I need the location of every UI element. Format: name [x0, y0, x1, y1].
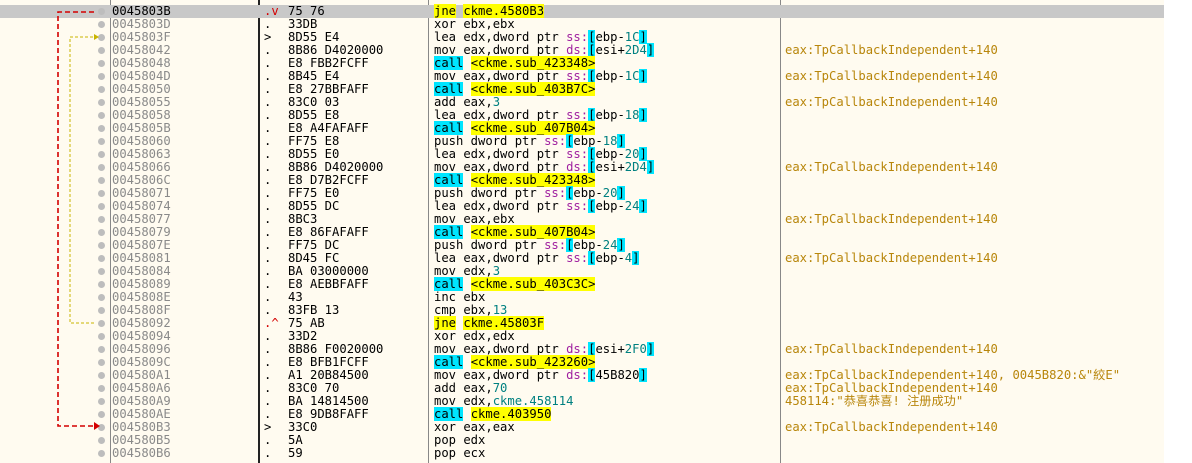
mnemonic: call: [434, 56, 464, 70]
jump-target[interactable]: ckme.45803F: [463, 316, 545, 330]
jump-target[interactable]: ckme.4580B3: [463, 4, 545, 18]
vertical-scrollbar[interactable]: [1164, 0, 1192, 463]
disasm-row[interactable]: 00458092 .^ 75 AB jne ckme.45803F: [0, 316, 1164, 330]
mnemonic: call: [434, 225, 464, 239]
disasm-row[interactable]: 004580A6. 83C0 70 add eax,70 eax:TpCallback…: [0, 382, 1164, 395]
disassembly-pane[interactable]: 0045803B .v 75 76 jne ckme.4580B3 0045803D. 3…: [0, 0, 1164, 463]
call-target[interactable]: ckme.403950: [470, 407, 552, 421]
comment-cell: eax:TpCallbackIndependent+140: [785, 69, 998, 83]
disasm-row[interactable]: 00458081. 8D45 FC lea eax,dword ptr ss:[eb…: [0, 251, 1164, 265]
comment-cell: eax:TpCallbackIndependent+140: [785, 95, 998, 109]
disasm-row[interactable]: 004580B5. 5A pop edx: [0, 434, 1164, 447]
disasm-row[interactable]: 0045808F. 83FB 13 cmp ebx,13: [0, 304, 1164, 317]
disasm-row[interactable]: 004580B3 >33C0 xor eax,eax eax:TpCallbackIn…: [0, 421, 1164, 434]
bytes-cell: 59: [288, 446, 303, 460]
disasm-row[interactable]: 00458089. E8 AEBBFAFF call <ckme.sub_403C3…: [0, 277, 1164, 291]
call-target[interactable]: <ckme.sub_423348>: [470, 173, 596, 187]
mnemonic: call: [434, 355, 464, 369]
instruction-cell: pop ecx: [434, 446, 486, 460]
comment-cell: eax:TpCallbackIndependent+140: [785, 251, 998, 265]
disasm-row[interactable]: 004580B6. 59 pop ecx: [0, 447, 1164, 460]
mnemonic: call: [434, 173, 464, 187]
disasm-row[interactable]: 0045803B .v 75 76 jne ckme.4580B3: [0, 4, 1164, 18]
call-target[interactable]: <ckme.sub_423348>: [470, 56, 596, 70]
address-cell: 004580B6: [112, 446, 171, 460]
comment-cell: 458114:"恭喜恭喜! 注册成功": [785, 394, 964, 408]
mnemonic: jne: [434, 316, 457, 330]
comment-cell: eax:TpCallbackIndependent+140: [785, 43, 998, 57]
call-target[interactable]: <ckme.sub_407B04>: [470, 225, 596, 239]
jump-arrows: [57, 11, 100, 430]
call-target[interactable]: <ckme.sub_403B7C>: [470, 82, 596, 96]
disasm-row[interactable]: 004580A9. BA 14814500 mov edx,ckme.458114 4…: [0, 395, 1164, 408]
comment-cell: eax:TpCallbackIndependent+140: [785, 212, 998, 226]
mnemonic: call: [434, 407, 464, 421]
call-target[interactable]: <ckme.sub_403C3C>: [470, 277, 596, 291]
call-target[interactable]: <ckme.sub_423260>: [470, 355, 596, 369]
call-target[interactable]: <ckme.sub_407B04>: [470, 121, 596, 135]
disasm-row[interactable]: 0045808E. 43 inc ebx: [0, 291, 1164, 304]
mnemonic: call: [434, 277, 464, 291]
mnemonic: call: [434, 121, 464, 135]
branch-marker: .: [264, 446, 272, 460]
comment-cell: eax:TpCallbackIndependent+140: [785, 160, 998, 174]
comment-cell: eax:TpCallbackIndependent+140: [785, 420, 998, 434]
comment-cell: eax:TpCallbackIndependent+140: [785, 342, 998, 356]
mnemonic: jne: [434, 4, 457, 18]
mnemonic: call: [434, 82, 464, 96]
